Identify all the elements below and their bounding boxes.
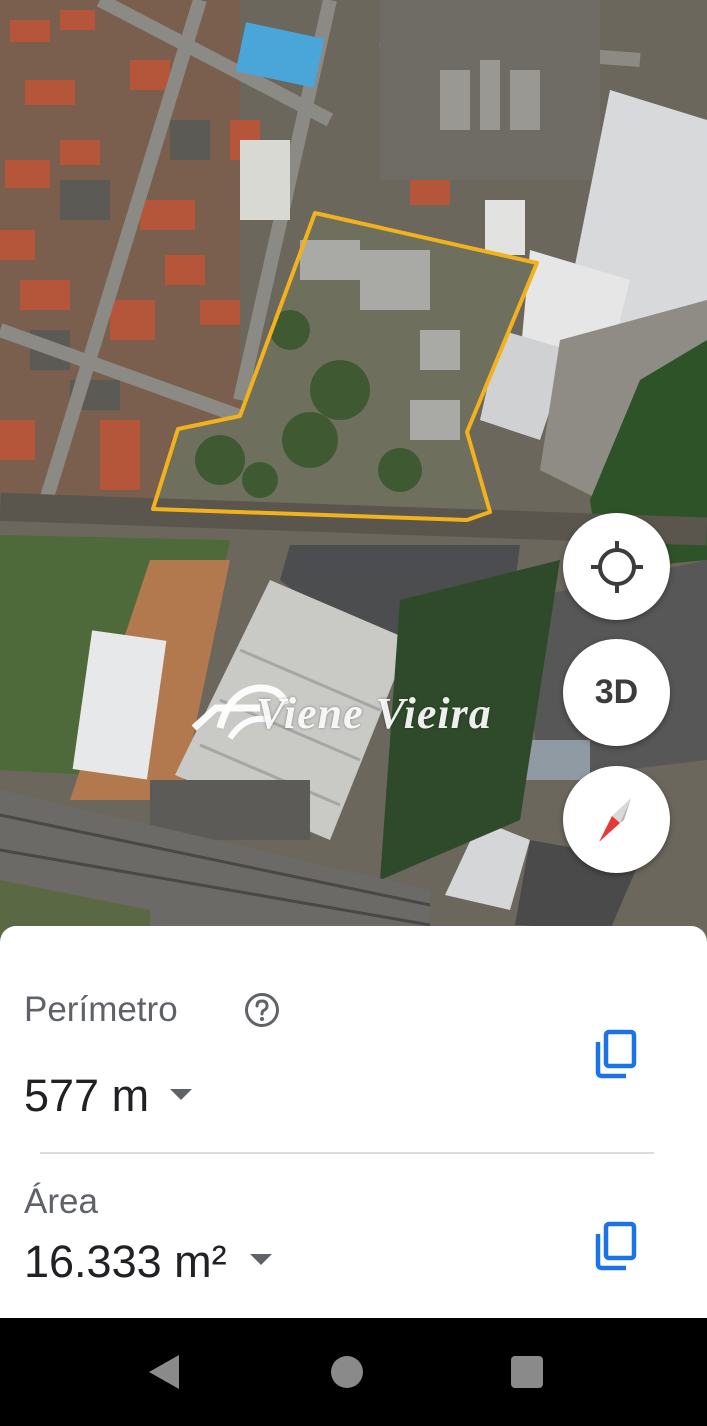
recents-button[interactable]: [477, 1318, 577, 1426]
system-navigation-bar: [0, 1318, 707, 1426]
copy-perimeter-button[interactable]: [592, 1028, 640, 1080]
recents-icon: [511, 1356, 543, 1388]
area-label: Área: [24, 1182, 98, 1221]
watermark: Viene Vieira: [190, 680, 530, 760]
divider: [40, 1152, 654, 1154]
perimeter-unit-dropdown-icon[interactable]: [170, 1089, 192, 1100]
area-value[interactable]: 16.333 m²: [24, 1236, 227, 1288]
area-unit-dropdown-icon[interactable]: [250, 1254, 272, 1265]
back-icon: [149, 1355, 179, 1389]
satellite-map[interactable]: Viene Vieira 3D: [0, 0, 707, 940]
compass-button[interactable]: [563, 766, 670, 873]
copy-area-button[interactable]: [592, 1220, 640, 1272]
help-circle-icon[interactable]: [244, 992, 280, 1028]
crosshair-icon: [590, 540, 643, 593]
copy-icon: [595, 1029, 637, 1079]
compass-icon: [598, 797, 631, 842]
my-location-button[interactable]: [563, 513, 670, 620]
back-button[interactable]: [115, 1318, 215, 1426]
3d-label: 3D: [594, 673, 639, 711]
home-icon: [331, 1356, 363, 1388]
3d-toggle-button[interactable]: 3D: [563, 639, 670, 746]
home-button[interactable]: [297, 1318, 397, 1426]
perimeter-value[interactable]: 577 m: [24, 1070, 149, 1122]
watermark-text: Viene Vieira: [256, 689, 492, 738]
copy-icon: [595, 1221, 637, 1271]
perimeter-label: Perímetro: [24, 990, 178, 1029]
